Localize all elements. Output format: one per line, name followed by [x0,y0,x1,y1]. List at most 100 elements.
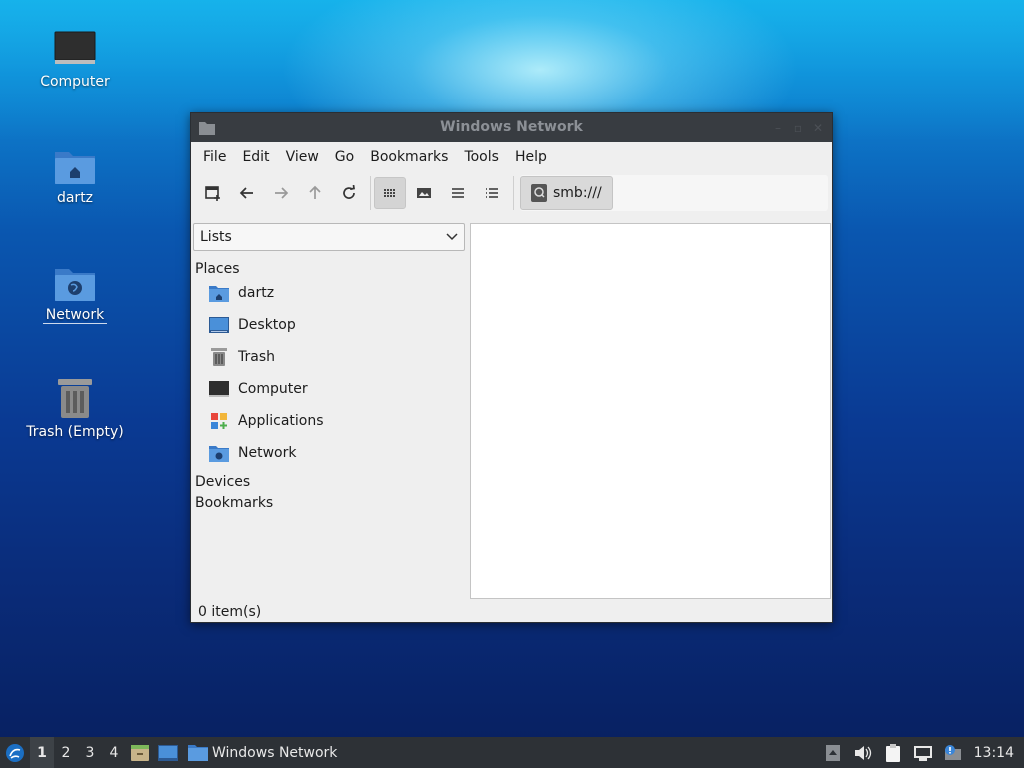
clipboard-button[interactable] [878,737,908,768]
list-icon [452,188,464,198]
taskbar-task-windows-network[interactable]: Windows Network [182,737,343,768]
window-title: Windows Network [440,119,583,135]
place-item-label: Computer [238,381,308,397]
desktop-icon-computer[interactable]: Computer [15,22,135,90]
toolbar-separator [513,176,514,210]
devices-section-header[interactable]: Devices [193,469,467,490]
close-button[interactable]: ✕ [812,121,824,135]
network-drive-icon [531,184,547,202]
place-item-network[interactable]: Network [193,437,467,469]
workspace-1[interactable]: 1 [30,737,54,768]
start-menu-button[interactable] [0,737,30,768]
detailed-list-icon [486,188,498,198]
new-tab-icon [205,186,220,201]
chevron-down-icon [446,233,458,241]
desktop-icon-network[interactable]: Network [15,255,135,324]
desktop-icon-home[interactable]: dartz [15,138,135,206]
computer-icon [209,379,229,399]
place-item-home[interactable]: dartz [193,277,467,309]
place-item-computer[interactable]: Computer [193,373,467,405]
clipboard-icon [885,743,900,762]
applications-icon [209,411,229,431]
desktop-icon-label: Computer [40,74,110,90]
path-segment[interactable]: smb:/// [520,176,613,210]
places-section-header[interactable]: Places [193,251,467,277]
menu-help[interactable]: Help [507,149,555,165]
side-pane-mode-select[interactable]: Lists [193,223,465,251]
menu-file[interactable]: File [195,149,234,165]
new-tab-button[interactable] [197,177,229,209]
icon-view-button[interactable] [374,177,406,209]
thumbnail-view-button[interactable] [408,177,440,209]
path-bar: smb:/// [520,175,828,211]
computer-icon [51,22,99,70]
place-item-applications[interactable]: Applications [193,405,467,437]
menu-edit[interactable]: Edit [234,149,277,165]
arrow-left-icon [239,187,253,199]
path-label: smb:/// [553,185,602,201]
place-item-label: Applications [238,413,324,429]
back-button[interactable] [231,177,263,209]
launcher-show-desktop[interactable] [154,737,182,768]
desktop-icon [158,744,178,761]
menu-view[interactable]: View [278,149,327,165]
side-pane: Lists Places dartz Desktop Trash Compute… [193,223,467,601]
forward-button[interactable] [265,177,297,209]
detailed-view-button[interactable] [476,177,508,209]
reload-button[interactable] [333,177,365,209]
desktop-icon [209,315,229,335]
folder-icon [188,745,208,761]
toolbar: smb:/// [191,171,832,215]
up-button[interactable] [299,177,331,209]
side-pane-mode-value: Lists [200,229,232,245]
speaker-icon [854,745,871,760]
home-folder-icon [51,138,99,186]
workspace-4[interactable]: 4 [102,737,126,768]
place-item-label: dartz [238,285,275,301]
menu-bookmarks[interactable]: Bookmarks [362,149,456,165]
compact-view-button[interactable] [442,177,474,209]
file-cabinet-icon [131,744,149,761]
bookmarks-section-header[interactable]: Bookmarks [193,490,467,511]
minimize-button[interactable]: – [772,121,784,135]
place-item-label: Trash [238,349,275,365]
file-manager-window: Windows Network – ▫ ✕ File Edit View Go … [190,112,833,623]
folder-icon [199,121,215,135]
grid-icon [384,189,395,197]
status-bar-text: 0 item(s) [198,604,262,620]
place-item-label: Desktop [238,317,296,333]
desktop-icon-label: dartz [56,190,94,206]
desktop-icon-label: Network [42,307,108,324]
desktop-icon-trash[interactable]: Trash (Empty) [15,372,135,440]
clock[interactable]: 13:14 [968,745,1024,761]
network-folder-icon [209,443,229,463]
desktop-icon-label: Trash (Empty) [26,424,124,440]
toolbar-separator [370,176,371,210]
image-icon [417,188,431,198]
maximize-button[interactable]: ▫ [792,121,804,135]
reload-icon [343,185,355,199]
menu-tools[interactable]: Tools [456,149,507,165]
updates-button[interactable] [938,737,968,768]
system-tray: 13:14 [818,737,1024,768]
window-titlebar[interactable]: Windows Network – ▫ ✕ [191,113,832,142]
taskbar-task-label: Windows Network [212,744,338,761]
file-view-area[interactable] [470,223,831,599]
menu-go[interactable]: Go [327,149,362,165]
volume-button[interactable] [848,737,878,768]
arrow-right-icon [275,187,289,199]
network-folder-icon [51,255,99,303]
taskbar: 1 2 3 4 Windows Network 13:14 [0,737,1024,768]
workspace-3[interactable]: 3 [78,737,102,768]
workspace-2[interactable]: 2 [54,737,78,768]
network-status-button[interactable] [908,737,938,768]
place-item-trash[interactable]: Trash [193,341,467,373]
trash-icon [51,372,99,420]
place-item-desktop[interactable]: Desktop [193,309,467,341]
tray-expand-button[interactable] [818,737,848,768]
arrow-up-icon [309,185,321,199]
menu-bar: File Edit View Go Bookmarks Tools Help [191,142,832,171]
launcher-file-manager[interactable] [126,737,154,768]
network-wired-icon [913,745,932,761]
update-notification-icon [944,744,961,760]
